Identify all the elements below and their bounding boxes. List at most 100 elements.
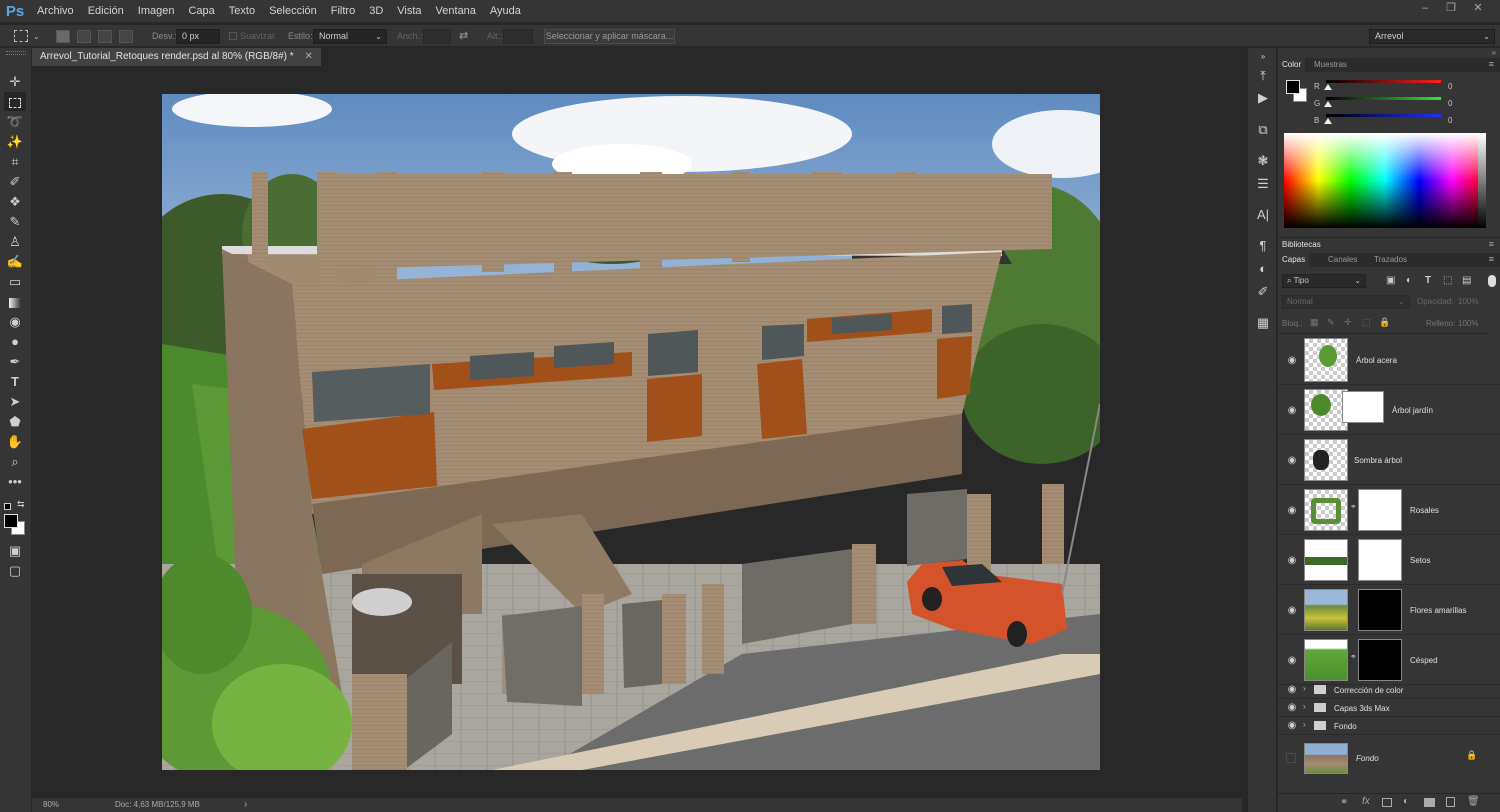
styles-panel-icon[interactable]: ✐ xyxy=(1252,282,1274,302)
menu-vista[interactable]: Vista xyxy=(390,5,428,17)
blue-slider-handle[interactable] xyxy=(1324,118,1332,124)
layer-mask-thumbnail[interactable] xyxy=(1358,639,1402,681)
layer-row[interactable]: ◉ Setos xyxy=(1278,536,1500,585)
group-name[interactable]: Capas 3ds Max xyxy=(1334,704,1390,713)
layer-name[interactable]: Fondo xyxy=(1356,754,1379,763)
menu-filtro[interactable]: Filtro xyxy=(324,5,362,17)
magic-wand-tool-icon[interactable]: ✨ xyxy=(4,132,26,151)
lasso-tool-icon[interactable]: ➰ xyxy=(4,112,26,131)
chevron-right-icon[interactable]: › xyxy=(1303,684,1306,693)
properties-panel-icon[interactable]: ☰ xyxy=(1252,174,1274,194)
adjustments-panel-icon[interactable]: ◐ xyxy=(1252,259,1274,279)
chevron-down-icon[interactable]: ⌄ xyxy=(33,25,40,48)
healing-brush-tool-icon[interactable]: ❖ xyxy=(4,192,26,211)
close-tab-icon[interactable]: ✕ xyxy=(304,51,312,62)
filter-type-icon[interactable]: T xyxy=(1425,275,1431,286)
new-group-icon[interactable] xyxy=(1424,798,1435,807)
menu-capa[interactable]: Capa xyxy=(181,5,221,17)
actions-panel-icon[interactable]: ▶ xyxy=(1252,88,1274,108)
red-slider-handle[interactable] xyxy=(1324,84,1332,90)
filter-smart-object-icon[interactable]: ▤ xyxy=(1462,275,1471,286)
visibility-eye-icon[interactable]: ◉ xyxy=(1286,505,1298,516)
tab-layers[interactable]: Capas xyxy=(1278,253,1310,267)
green-value[interactable]: 0 xyxy=(1448,99,1452,108)
trash-icon[interactable]: 🗑 xyxy=(1467,796,1480,807)
dodge-tool-icon[interactable]: ● xyxy=(4,332,26,351)
crop-tool-icon[interactable]: ⌗ xyxy=(4,152,26,171)
blue-value[interactable]: 0 xyxy=(1448,116,1452,125)
red-slider[interactable] xyxy=(1326,80,1441,83)
tab-paths[interactable]: Trazados xyxy=(1370,253,1411,267)
group-name[interactable]: Fondo xyxy=(1334,722,1357,731)
layer-row[interactable]: ◉ Árbol acera xyxy=(1278,336,1500,385)
visibility-eye-icon[interactable]: ◉ xyxy=(1286,555,1298,566)
lock-position-icon[interactable]: ✛ xyxy=(1344,317,1352,328)
layer-name[interactable]: Sombra árbol xyxy=(1354,456,1402,465)
blue-slider[interactable] xyxy=(1326,114,1441,117)
panel-menu-icon[interactable]: ≡ xyxy=(1489,59,1494,69)
color-spectrum[interactable] xyxy=(1284,133,1486,228)
visibility-eye-icon[interactable]: ◉ xyxy=(1286,605,1298,616)
visibility-eye-icon[interactable]: ◉ xyxy=(1286,455,1298,466)
add-selection-icon[interactable] xyxy=(77,30,91,43)
panel-menu-icon[interactable]: ≡ xyxy=(1489,254,1494,264)
subtract-selection-icon[interactable] xyxy=(98,30,112,43)
green-slider[interactable] xyxy=(1326,97,1441,100)
menu-ayuda[interactable]: Ayuda xyxy=(483,5,528,17)
antialias-checkbox[interactable] xyxy=(229,32,237,40)
swap-colors-icon[interactable]: ⇆ xyxy=(17,499,25,510)
blur-tool-icon[interactable]: ◉ xyxy=(4,312,26,331)
pen-tool-icon[interactable]: ✒ xyxy=(4,352,26,371)
group-name[interactable]: Corrección de color xyxy=(1334,686,1403,695)
fill-value[interactable]: 100% xyxy=(1458,319,1478,328)
character-panel-icon[interactable]: A| xyxy=(1252,205,1274,225)
layer-row[interactable]: ◉ Sombra árbol xyxy=(1278,436,1500,485)
tab-swatches[interactable]: Muestras xyxy=(1310,58,1351,72)
layer-mask-thumbnail[interactable] xyxy=(1358,539,1402,581)
layer-name[interactable]: Árbol jardín xyxy=(1392,406,1433,415)
brush-tool-icon[interactable]: ✎ xyxy=(4,212,26,231)
width-input[interactable] xyxy=(423,29,451,44)
lock-artboard-icon[interactable]: ⬚ xyxy=(1362,317,1371,328)
hand-tool-icon[interactable]: ✋ xyxy=(4,432,26,451)
red-value[interactable]: 0 xyxy=(1448,82,1452,91)
visibility-eye-icon[interactable]: ◉ xyxy=(1286,702,1298,713)
foreground-color-swatch[interactable] xyxy=(4,514,18,528)
path-selection-tool-icon[interactable]: ➤ xyxy=(4,392,26,411)
link-icon[interactable]: ⚭ xyxy=(1350,652,1357,661)
document-canvas[interactable] xyxy=(162,94,1100,770)
add-mask-icon[interactable] xyxy=(1382,798,1392,807)
type-tool-icon[interactable]: T xyxy=(4,372,26,391)
layer-name[interactable]: Árbol acera xyxy=(1356,356,1397,365)
group-row[interactable]: ◉ › Corrección de color xyxy=(1278,681,1500,699)
visibility-eye-icon[interactable]: ◉ xyxy=(1286,655,1298,666)
workspace-select[interactable]: Arrevol ⌄ xyxy=(1369,29,1495,44)
visibility-eye-icon[interactable]: ◉ xyxy=(1286,405,1298,416)
zoom-tool-icon[interactable]: ⌕ xyxy=(4,452,26,471)
group-row[interactable]: ◉ › Capas 3ds Max xyxy=(1278,699,1500,717)
collapse-icon[interactable]: » xyxy=(1252,47,1274,67)
menu-3d[interactable]: 3D xyxy=(362,5,390,17)
screen-mode-icon[interactable]: ▢ xyxy=(4,561,26,580)
layer-row[interactable]: ◉ Árbol jardín xyxy=(1278,386,1500,435)
adjustment-layer-icon[interactable]: ◐ xyxy=(1403,796,1409,807)
layer-name[interactable]: Rosales xyxy=(1410,506,1439,515)
menu-imagen[interactable]: Imagen xyxy=(131,5,182,17)
marquee-tool-icon[interactable] xyxy=(4,92,26,111)
lock-all-icon[interactable]: 🔒 xyxy=(1379,317,1390,328)
swap-icon[interactable]: ⇄ xyxy=(459,25,468,48)
clone-source-panel-icon[interactable]: ❃ xyxy=(1252,151,1274,171)
link-icon[interactable]: ⚭ xyxy=(1350,502,1357,511)
menu-seleccion[interactable]: Selección xyxy=(262,5,324,17)
lock-transparency-icon[interactable]: ▦ xyxy=(1310,317,1319,328)
blend-mode-select[interactable]: Normal ⌄ xyxy=(1282,295,1410,309)
tab-libraries[interactable]: Bibliotecas xyxy=(1278,238,1325,252)
lock-image-icon[interactable]: ✎ xyxy=(1327,317,1335,328)
more-tools-icon[interactable]: ••• xyxy=(4,472,26,491)
quick-mask-icon[interactable]: ▣ xyxy=(4,541,26,560)
green-slider-handle[interactable] xyxy=(1324,101,1332,107)
zoom-level[interactable]: 80% xyxy=(43,798,59,812)
layer-mask-thumbnail[interactable] xyxy=(1358,489,1402,531)
panel-menu-icon[interactable]: ≡ xyxy=(1489,239,1494,249)
collapse-panels-icon[interactable]: » xyxy=(1492,48,1496,57)
